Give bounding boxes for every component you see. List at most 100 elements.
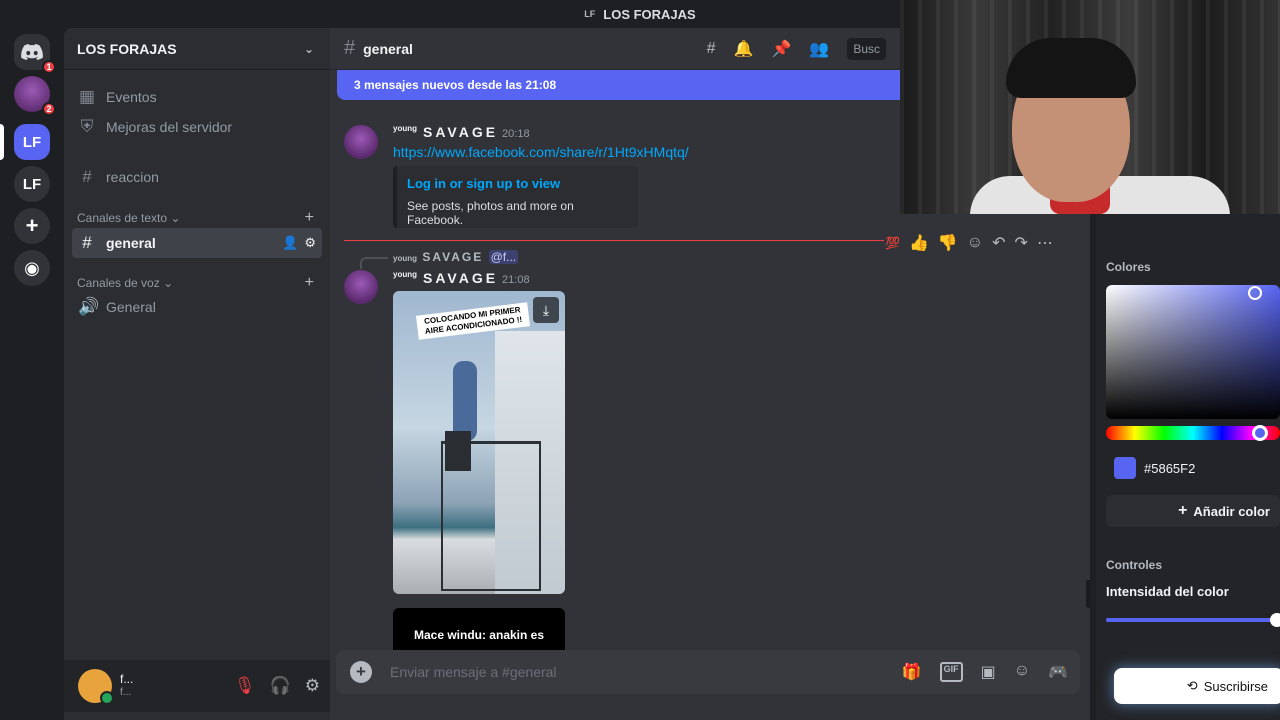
subscribe-button[interactable]: ⟲ Suscribirse (1114, 668, 1280, 704)
thumbs-down-icon[interactable]: 👎 (938, 233, 958, 253)
threads-icon[interactable]: # (707, 40, 716, 58)
intensity-label: Intensidad del color (1106, 584, 1229, 599)
explore-compass-icon[interactable]: ◉ (14, 250, 50, 286)
message-author[interactable]: young SAVAGE 21:08 (393, 270, 530, 286)
author-name: SAVAGE (423, 270, 499, 286)
boost-shield-icon: ⛨ (80, 117, 94, 136)
pin-icon[interactable]: 📌 (771, 39, 791, 59)
activities-icon[interactable]: 🎮 (1048, 662, 1068, 682)
channel-general[interactable]: # general 👤 ⚙ (72, 228, 322, 258)
chevron-down-icon: ⌄ (170, 211, 181, 225)
headphones-icon[interactable]: 🎧 (270, 676, 291, 696)
message-timestamp: 20:18 (502, 128, 530, 140)
channel-reaccion[interactable]: # reaccion (72, 162, 322, 192)
members-icon[interactable]: 👥 (809, 39, 829, 59)
subscribe-label: Suscribirse (1203, 678, 1268, 694)
thumbs-up-icon[interactable]: 👍 (909, 233, 929, 253)
category-label: Canales de texto (77, 211, 168, 225)
hash-icon: # (82, 233, 92, 252)
subscribe-icon: ⟲ (1186, 678, 1198, 693)
gear-icon[interactable]: ⚙ (305, 676, 320, 696)
server-rail: 1 2 LF LF + ◉ (0, 28, 64, 720)
channel-label: general (106, 235, 156, 251)
emoji-icon[interactable]: ☺ (1014, 662, 1030, 682)
hash-icon: # (344, 37, 356, 59)
download-icon[interactable]: ⤓ (533, 297, 559, 323)
category-voice-channels[interactable]: Canales de voz ⌄ + (77, 274, 314, 292)
hex-input[interactable]: #5865F2 (1106, 454, 1280, 482)
message-author[interactable]: young SAVAGE 20:18 (393, 124, 530, 140)
author-prefix: young (393, 124, 417, 134)
reply-reference[interactable]: young SAVAGE @f... (393, 250, 519, 264)
bell-icon[interactable]: 🔔 (734, 39, 754, 59)
notification-badge: 2 (42, 102, 56, 116)
embed-title[interactable]: Log in or sign up to view (407, 176, 628, 191)
sticker-icon[interactable]: ▣ (981, 662, 996, 682)
hash-icon: # (82, 167, 92, 186)
add-color-button[interactable]: + Añadir color (1106, 495, 1280, 527)
gif-icon[interactable]: GIF (939, 662, 963, 682)
intensity-slider[interactable] (1106, 613, 1280, 627)
reply-icon[interactable]: ↶ (992, 233, 1005, 253)
add-attachment-icon[interactable]: + (350, 661, 372, 683)
more-options-icon[interactable]: ⋯ (1037, 233, 1053, 253)
user-avatar[interactable] (78, 669, 114, 705)
scrollbar-thumb[interactable] (1086, 580, 1090, 608)
gift-icon[interactable]: 🎁 (902, 662, 922, 682)
second-video-attachment[interactable]: Mace windu: anakin es (393, 608, 565, 650)
add-reaction-icon[interactable]: ☺ (967, 234, 983, 252)
hue-slider[interactable] (1106, 425, 1280, 441)
notification-badge: 1 (42, 60, 56, 74)
voice-channel-general[interactable]: 🔊 General (72, 292, 322, 322)
hue-slider-handle[interactable] (1252, 425, 1268, 441)
intensity-slider-handle[interactable] (1270, 613, 1280, 627)
gear-icon[interactable]: ⚙ (304, 235, 316, 251)
reply-prefix: young (393, 254, 417, 263)
plus-icon: + (1178, 502, 1188, 519)
user-info[interactable]: f... f... (120, 672, 133, 700)
server-header[interactable]: LOS FORAJAS ⌄ (64, 28, 330, 70)
search-input[interactable]: Busc (847, 37, 886, 60)
category-label: Canales de voz (77, 276, 160, 290)
mic-muted-icon[interactable]: 🎙 (234, 676, 256, 696)
channel-title: general (363, 40, 413, 57)
window-title: LOS FORAJAS (603, 6, 696, 22)
add-channel-icon[interactable]: + (305, 274, 314, 292)
sidebar-item-label: Eventos (106, 89, 157, 105)
composer-area: + 🎁 GIF ▣ ☺ 🎮 (330, 650, 1090, 720)
hex-value: #5865F2 (1144, 460, 1196, 476)
color-panel: Colores #5865F2 + Añadir color Controles… (1096, 214, 1280, 720)
author-name: SAVAGE (423, 124, 499, 140)
message-input[interactable] (390, 664, 902, 680)
new-messages-banner[interactable]: 3 mensajes nuevos desde las 21:08 (337, 70, 907, 100)
reaction-100-icon[interactable]: 💯 (885, 236, 900, 250)
dm-avatar-button[interactable]: 2 (14, 76, 56, 116)
reply-author: SAVAGE (422, 250, 484, 264)
discord-home-button[interactable]: 1 (14, 34, 56, 74)
invite-member-icon[interactable]: 👤 (282, 235, 298, 251)
category-text-channels[interactable]: Canales de texto ⌄ + (77, 209, 314, 227)
webcam-hair (1006, 38, 1136, 98)
video-frame-person (453, 361, 477, 441)
server-icon-lf-active[interactable]: LF (14, 124, 50, 160)
message-composer: + 🎁 GIF ▣ ☺ 🎮 (336, 650, 1080, 694)
author-avatar[interactable] (344, 125, 378, 159)
user-panel: f... f... 🎙 🎧 ⚙ (64, 660, 330, 712)
controls-label: Controles (1106, 558, 1163, 572)
add-color-label: Añadir color (1193, 503, 1270, 519)
forward-icon[interactable]: ↷ (1015, 233, 1028, 253)
embed-description: See posts, photos and more on Facebook. (407, 199, 574, 227)
add-server-icon[interactable]: + (14, 208, 50, 244)
color-swatch (1114, 457, 1136, 479)
sidebar-item-server-boost[interactable]: ⛨ Mejoras del servidor (72, 112, 322, 142)
colors-label: Colores (1106, 260, 1151, 274)
color-picker-handle[interactable] (1248, 286, 1262, 300)
author-avatar[interactable] (344, 270, 378, 304)
message-link[interactable]: https://www.facebook.com/share/r/1Ht9xHM… (393, 144, 689, 160)
user-status: f... (120, 687, 132, 698)
video-attachment[interactable]: COLOCANDO MI PRIMER AIRE ACONDICIONADO !… (393, 291, 565, 594)
add-channel-icon[interactable]: + (305, 209, 314, 227)
color-picker-field[interactable] (1106, 285, 1280, 419)
sidebar-item-eventos[interactable]: ▦ Eventos (72, 82, 322, 112)
server-icon-lf[interactable]: LF (14, 166, 50, 202)
